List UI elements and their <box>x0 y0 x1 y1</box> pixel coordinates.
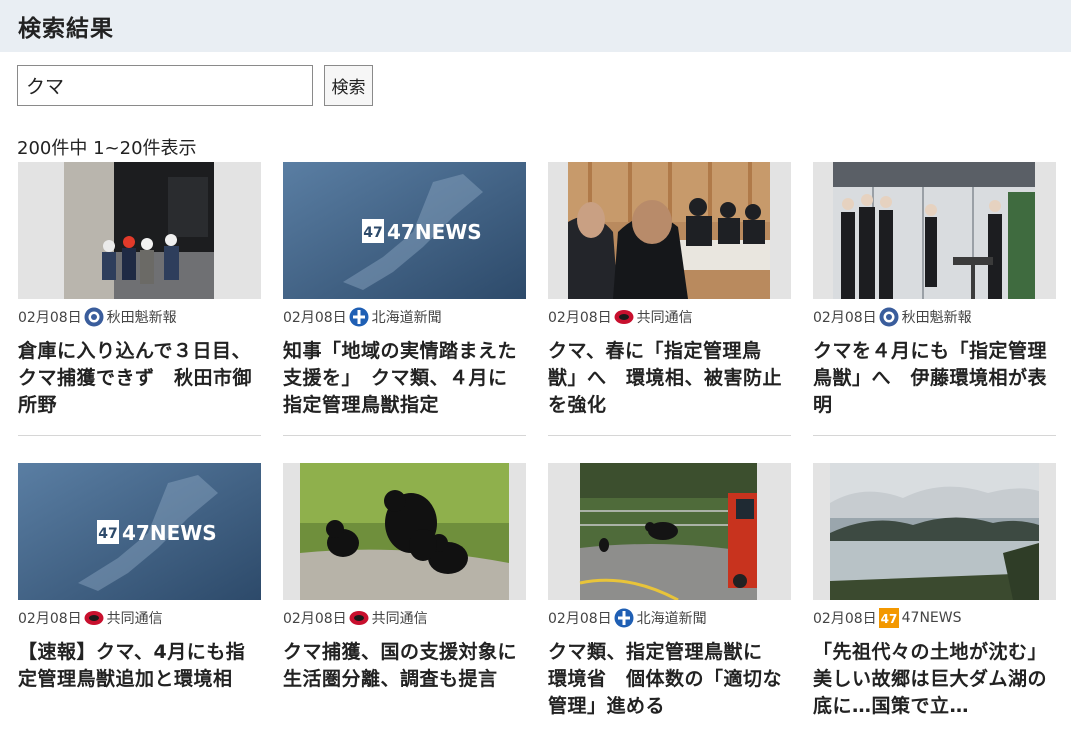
article-source: 秋田魁新報 <box>901 310 972 326</box>
card-divider <box>283 435 526 436</box>
article-card[interactable]: 02月08日 共同通信 クマ捕獲、国の支援対象に 生活圏分離、調査も提言 <box>283 463 536 735</box>
article-thumbnail[interactable] <box>18 162 261 299</box>
article-source: 共同通信 <box>636 310 693 326</box>
news47-badge-text: 47 <box>880 612 897 626</box>
news47-logo-number: 47 <box>363 225 382 241</box>
hokkaido-shimbun-logo-icon <box>349 307 369 327</box>
article-thumbnail[interactable] <box>283 463 526 600</box>
article-date: 02月08日 <box>283 310 347 326</box>
article-title[interactable]: 倉庫に入り込んで３日目、クマ捕獲できず 秋田市御所野 <box>18 338 261 419</box>
news47-logo-number: 47 <box>98 526 117 542</box>
article-title[interactable]: 【速報】クマ、4月にも指定管理鳥獣追加と環境相 <box>18 639 261 693</box>
search-input[interactable] <box>17 65 313 106</box>
article-date: 02月08日 <box>548 611 612 627</box>
article-title[interactable]: 知事「地域の実情踏まえた支援を」 クマ類、４月に指定管理鳥獣指定 <box>283 338 526 419</box>
article-date: 02月08日 <box>283 611 347 627</box>
news47-logo-icon: 47 <box>878 608 899 628</box>
article-meta: 02月08日 北海道新聞 <box>283 305 442 329</box>
article-title[interactable]: クマを４月にも「指定管理鳥獣」へ 伊藤環境相が表明 <box>813 338 1056 419</box>
card-divider <box>813 435 1056 436</box>
result-count: 200件中 1~20件表示 <box>17 138 197 159</box>
news47-logo-text: 47NEWS <box>122 521 217 545</box>
article-source: 共同通信 <box>371 611 428 627</box>
article-meta: 02月08日 47 47NEWS <box>813 606 962 630</box>
article-thumbnail[interactable] <box>813 162 1056 299</box>
article-thumbnail[interactable] <box>813 463 1056 600</box>
article-thumbnail[interactable]: 47 47NEWS <box>18 463 261 600</box>
sakigake-logo-icon <box>879 307 899 327</box>
article-card[interactable]: 02月08日 北海道新聞 クマ類、指定管理鳥獣に 環境省 個体数の「適切な管理」… <box>548 463 791 735</box>
page-header: 検索結果 <box>0 0 1071 52</box>
article-title[interactable]: クマ捕獲、国の支援対象に 生活圏分離、調査も提言 <box>283 639 536 693</box>
article-meta: 02月08日 秋田魁新報 <box>813 305 972 329</box>
kyodo-logo-icon <box>349 608 369 628</box>
news47-logo-text: 47NEWS <box>387 220 482 244</box>
hokkaido-shimbun-logo-icon <box>614 608 634 628</box>
card-divider <box>548 435 791 436</box>
article-card[interactable]: 02月08日 秋田魁新報 クマを４月にも「指定管理鳥獣」へ 伊藤環境相が表明 <box>813 162 1056 437</box>
article-title[interactable]: クマ類、指定管理鳥獣に 環境省 個体数の「適切な管理」進める <box>548 639 791 720</box>
card-divider <box>18 435 261 436</box>
article-card[interactable]: 02月08日 共同通信 クマ、春に「指定管理鳥獣」へ 環境相、被害防止を強化 <box>548 162 791 437</box>
article-source: 47NEWS <box>901 610 962 626</box>
page-title: 検索結果 <box>18 16 114 42</box>
article-meta: 02月08日 共同通信 <box>548 305 693 329</box>
article-thumbnail[interactable] <box>548 162 791 299</box>
article-source: 共同通信 <box>106 611 163 627</box>
article-date: 02月08日 <box>813 310 877 326</box>
article-card[interactable]: 47 47NEWS 02月08日 共同通信 【速報】クマ、4月にも指定管理鳥獣追… <box>18 463 261 735</box>
article-title[interactable]: クマ、春に「指定管理鳥獣」へ 環境相、被害防止を強化 <box>548 338 791 419</box>
sakigake-logo-icon <box>84 307 104 327</box>
article-date: 02月08日 <box>18 611 82 627</box>
article-source: 秋田魁新報 <box>106 310 177 326</box>
article-meta: 02月08日 共同通信 <box>283 606 428 630</box>
article-card[interactable]: 02月08日 秋田魁新報 倉庫に入り込んで３日目、クマ捕獲できず 秋田市御所野 <box>18 162 261 437</box>
article-source: 北海道新聞 <box>636 611 707 627</box>
article-source: 北海道新聞 <box>371 310 442 326</box>
kyodo-logo-icon <box>614 307 634 327</box>
kyodo-logo-icon <box>84 608 104 628</box>
article-card[interactable]: 02月08日 47 47NEWS 「先祖代々の土地が沈む」美しい故郷は巨大ダム湖… <box>813 463 1056 735</box>
article-card[interactable]: 47 47NEWS 02月08日 北海道新聞 知事「地域の実情踏まえた支援を」 … <box>283 162 526 437</box>
article-thumbnail[interactable] <box>548 463 791 600</box>
article-date: 02月08日 <box>813 611 877 627</box>
search-button[interactable]: 検索 <box>324 65 373 106</box>
article-title[interactable]: 「先祖代々の土地が沈む」美しい故郷は巨大ダム湖の底に…国策で立… <box>813 639 1056 720</box>
article-meta: 02月08日 秋田魁新報 <box>18 305 177 329</box>
article-date: 02月08日 <box>18 310 82 326</box>
article-date: 02月08日 <box>548 310 612 326</box>
article-meta: 02月08日 北海道新聞 <box>548 606 707 630</box>
article-meta: 02月08日 共同通信 <box>18 606 163 630</box>
article-thumbnail[interactable]: 47 47NEWS <box>283 162 526 299</box>
